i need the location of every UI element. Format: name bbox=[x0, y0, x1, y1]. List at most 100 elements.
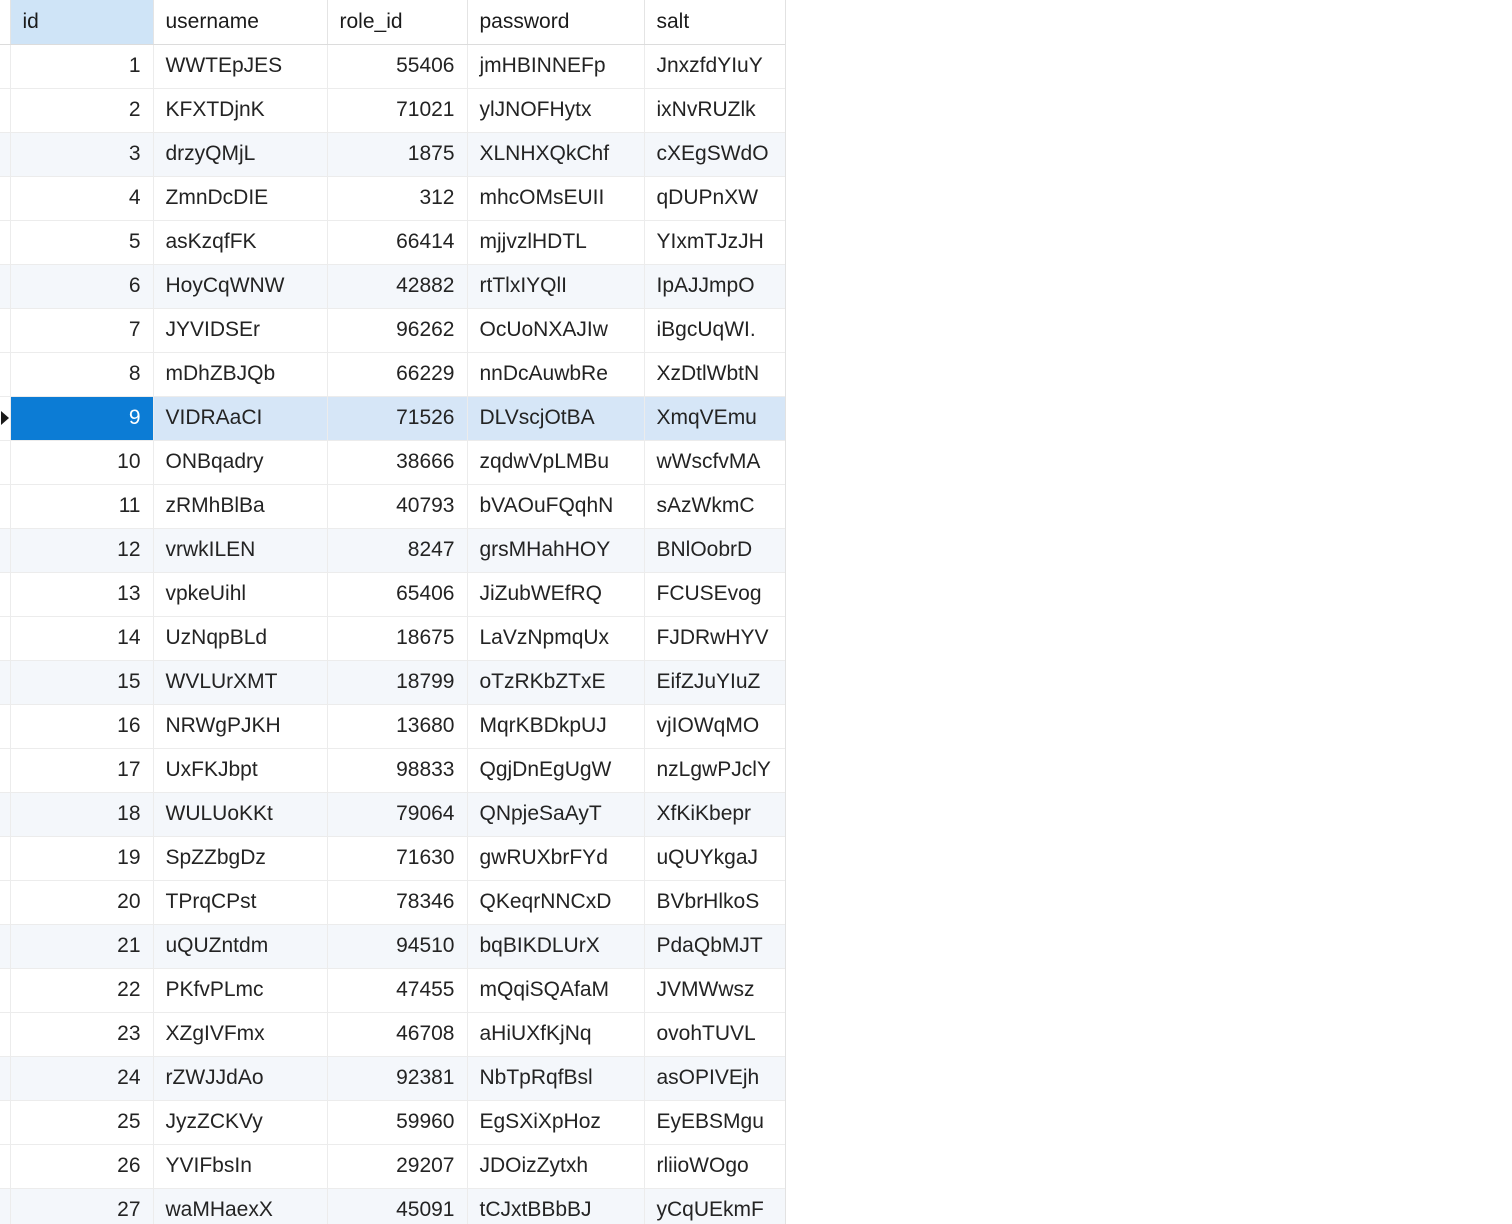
cell-role_id[interactable]: 96262 bbox=[327, 308, 468, 353]
cell-password[interactable]: JiZubWEfRQ bbox=[467, 572, 645, 617]
cell-password[interactable]: DLVscjOtBA bbox=[467, 396, 645, 441]
table-row[interactable]: 6 HoyCqWNW 42882 rtTlxIYQlI IpAJJmpO bbox=[0, 264, 785, 309]
cell-salt[interactable]: nzLgwPJclY bbox=[644, 748, 785, 793]
cell-password[interactable]: OcUoNXAJIw bbox=[467, 308, 645, 353]
cell-password[interactable]: tCJxtBBbBJ bbox=[467, 1188, 645, 1224]
cell-role_id[interactable]: 71630 bbox=[327, 836, 468, 881]
table-row[interactable]: 18 WULUoKKt 79064 QNpjeSaAyT XfKiKbepr bbox=[0, 792, 785, 837]
cell-password[interactable]: rtTlxIYQlI bbox=[467, 264, 645, 309]
row-selector-gutter[interactable] bbox=[0, 220, 11, 265]
cell-role_id[interactable]: 79064 bbox=[327, 792, 468, 837]
cell-salt[interactable]: XzDtlWbtN bbox=[644, 352, 785, 397]
cell-id[interactable]: 5 bbox=[10, 220, 154, 265]
cell-password[interactable]: QNpjeSaAyT bbox=[467, 792, 645, 837]
cell-id[interactable]: 22 bbox=[10, 968, 154, 1013]
cell-role_id[interactable]: 71526 bbox=[327, 396, 468, 441]
cell-role_id[interactable]: 29207 bbox=[327, 1144, 468, 1189]
cell-password[interactable]: EgSXiXpHoz bbox=[467, 1100, 645, 1145]
row-selector-gutter[interactable] bbox=[0, 88, 11, 133]
row-selector-gutter[interactable] bbox=[0, 44, 11, 89]
table-row[interactable]: 14 UzNqpBLd 18675 LaVzNpmqUx FJDRwHYV bbox=[0, 616, 785, 661]
cell-password[interactable]: XLNHXQkChf bbox=[467, 132, 645, 177]
row-selector-gutter[interactable] bbox=[0, 1188, 11, 1224]
row-selector-gutter[interactable] bbox=[0, 792, 11, 837]
cell-password[interactable]: bVAOuFQqhN bbox=[467, 484, 645, 529]
cell-username[interactable]: drzyQMjL bbox=[153, 132, 328, 177]
table-row[interactable]: 26 YVIFbsIn 29207 JDOizZytxh rliioWOgo bbox=[0, 1144, 785, 1189]
cell-role_id[interactable]: 46708 bbox=[327, 1012, 468, 1057]
cell-salt[interactable]: IpAJJmpO bbox=[644, 264, 785, 309]
cell-id[interactable]: 23 bbox=[10, 1012, 154, 1057]
cell-id[interactable]: 9 bbox=[10, 396, 154, 441]
cell-role_id[interactable]: 71021 bbox=[327, 88, 468, 133]
table-row[interactable]: 2 KFXTDjnK 71021 ylJNOFHytx ixNvRUZlk bbox=[0, 88, 785, 133]
table-row[interactable]: 20 TPrqCPst 78346 QKeqrNNCxD BVbrHlkoS bbox=[0, 880, 785, 925]
cell-password[interactable]: bqBIKDLUrX bbox=[467, 924, 645, 969]
cell-username[interactable]: VIDRAaCI bbox=[153, 396, 328, 441]
cell-password[interactable]: MqrKBDkpUJ bbox=[467, 704, 645, 749]
cell-username[interactable]: TPrqCPst bbox=[153, 880, 328, 925]
cell-id[interactable]: 7 bbox=[10, 308, 154, 353]
cell-salt[interactable]: JVMWwsz bbox=[644, 968, 785, 1013]
cell-id[interactable]: 18 bbox=[10, 792, 154, 837]
cell-id[interactable]: 15 bbox=[10, 660, 154, 705]
cell-id[interactable]: 27 bbox=[10, 1188, 154, 1224]
row-selector-gutter[interactable] bbox=[0, 308, 11, 353]
table-row[interactable]: 19 SpZZbgDz 71630 gwRUXbrFYd uQUYkgaJ bbox=[0, 836, 785, 881]
cell-salt[interactable]: iBgcUqWI. bbox=[644, 308, 785, 353]
table-row[interactable]: 7 JYVIDSEr 96262 OcUoNXAJIw iBgcUqWI. bbox=[0, 308, 785, 353]
table-row[interactable]: 8 mDhZBJQb 66229 nnDcAuwbRe XzDtlWbtN bbox=[0, 352, 785, 397]
cell-salt[interactable]: ovohTUVL bbox=[644, 1012, 785, 1057]
table-row[interactable]: 15 WVLUrXMT 18799 oTzRKbZTxE EifZJuYIuZ bbox=[0, 660, 785, 705]
row-selector-gutter[interactable] bbox=[0, 880, 11, 925]
cell-username[interactable]: rZWJJdAo bbox=[153, 1056, 328, 1101]
cell-username[interactable]: WULUoKKt bbox=[153, 792, 328, 837]
row-selector-gutter[interactable] bbox=[0, 484, 11, 529]
cell-id[interactable]: 4 bbox=[10, 176, 154, 221]
cell-password[interactable]: ylJNOFHytx bbox=[467, 88, 645, 133]
table-row[interactable]: 5 asKzqfFK 66414 mjjvzlHDTL YIxmTJzJH bbox=[0, 220, 785, 265]
table-row[interactable]: 22 PKfvPLmc 47455 mQqiSQAfaM JVMWwsz bbox=[0, 968, 785, 1013]
row-selector-gutter[interactable] bbox=[0, 836, 11, 881]
cell-role_id[interactable]: 40793 bbox=[327, 484, 468, 529]
table-row[interactable]: 16 NRWgPJKH 13680 MqrKBDkpUJ vjIOWqMO bbox=[0, 704, 785, 749]
cell-username[interactable]: JyzZCKVy bbox=[153, 1100, 328, 1145]
cell-id[interactable]: 14 bbox=[10, 616, 154, 661]
row-selector-gutter[interactable] bbox=[0, 968, 11, 1013]
cell-password[interactable]: gwRUXbrFYd bbox=[467, 836, 645, 881]
row-selector-gutter[interactable] bbox=[0, 440, 11, 485]
cell-id[interactable]: 2 bbox=[10, 88, 154, 133]
cell-salt[interactable]: YIxmTJzJH bbox=[644, 220, 785, 265]
table-row[interactable]: 25 JyzZCKVy 59960 EgSXiXpHoz EyEBSMgu bbox=[0, 1100, 785, 1145]
column-header-role-id[interactable]: role_id bbox=[327, 0, 468, 45]
cell-username[interactable]: zRMhBlBa bbox=[153, 484, 328, 529]
row-selector-gutter[interactable] bbox=[0, 572, 11, 617]
cell-salt[interactable]: yCqUEkmF bbox=[644, 1188, 785, 1224]
row-selector-gutter[interactable] bbox=[0, 748, 11, 793]
cell-username[interactable]: ZmnDcDIE bbox=[153, 176, 328, 221]
row-selector-gutter[interactable] bbox=[0, 1012, 11, 1057]
cell-salt[interactable]: XfKiKbepr bbox=[644, 792, 785, 837]
cell-role_id[interactable]: 18799 bbox=[327, 660, 468, 705]
cell-salt[interactable]: qDUPnXW bbox=[644, 176, 785, 221]
data-grid-viewport[interactable]: id username role_id password salt 1 WWTEp… bbox=[0, 0, 786, 1224]
cell-role_id[interactable]: 66414 bbox=[327, 220, 468, 265]
cell-username[interactable]: waMHaexX bbox=[153, 1188, 328, 1224]
cell-salt[interactable]: XmqVEmu bbox=[644, 396, 785, 441]
cell-username[interactable]: ONBqadry bbox=[153, 440, 328, 485]
cell-role_id[interactable]: 1875 bbox=[327, 132, 468, 177]
cell-id[interactable]: 3 bbox=[10, 132, 154, 177]
row-selector-gutter[interactable] bbox=[0, 1144, 11, 1189]
cell-username[interactable]: vrwkILEN bbox=[153, 528, 328, 573]
table-row[interactable]: 3 drzyQMjL 1875 XLNHXQkChf cXEgSWdO bbox=[0, 132, 785, 177]
cell-role_id[interactable]: 18675 bbox=[327, 616, 468, 661]
table-row[interactable]: 12 vrwkILEN 8247 grsMHahHOY BNlOobrD bbox=[0, 528, 785, 573]
table-row[interactable]: 1 WWTEpJES 55406 jmHBINNEFp JnxzfdYIuY bbox=[0, 44, 785, 89]
cell-id[interactable]: 8 bbox=[10, 352, 154, 397]
cell-salt[interactable]: BVbrHlkoS bbox=[644, 880, 785, 925]
column-header-username[interactable]: username bbox=[153, 0, 328, 45]
cell-password[interactable]: mjjvzlHDTL bbox=[467, 220, 645, 265]
cell-role_id[interactable]: 59960 bbox=[327, 1100, 468, 1145]
row-selector-gutter[interactable] bbox=[0, 660, 11, 705]
cell-id[interactable]: 12 bbox=[10, 528, 154, 573]
